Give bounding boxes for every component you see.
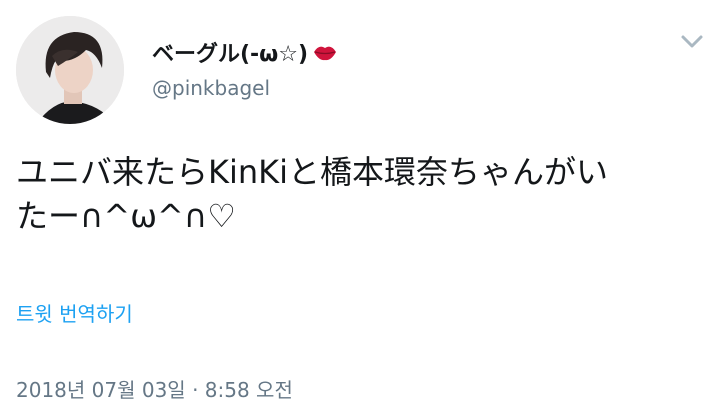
tweet-text-line-1: ユニバ来たらKinKiと橋本環奈ちゃんがい	[16, 153, 609, 191]
author-handle[interactable]: @pinkbagel	[152, 76, 270, 100]
avatar[interactable]	[16, 16, 124, 124]
translate-tweet-link[interactable]: 트윗 번역하기	[16, 298, 133, 327]
avatar-photo	[16, 16, 124, 124]
tweet-text: ユニバ来たらKinKiと橋本環奈ちゃんがい たー∩^ω^∩♡	[16, 150, 706, 238]
author-display-name[interactable]: ベーグル(-ω☆)	[152, 36, 308, 68]
chevron-down-icon[interactable]	[680, 34, 704, 50]
lips-icon	[314, 46, 337, 61]
author-name-row[interactable]: ベーグル(-ω☆)	[152, 36, 338, 68]
tweet-text-line-2: たー∩^ω^∩♡	[16, 197, 236, 235]
tweet-timestamp: 2018년 07월 03일 · 8:58 오전	[16, 378, 293, 402]
